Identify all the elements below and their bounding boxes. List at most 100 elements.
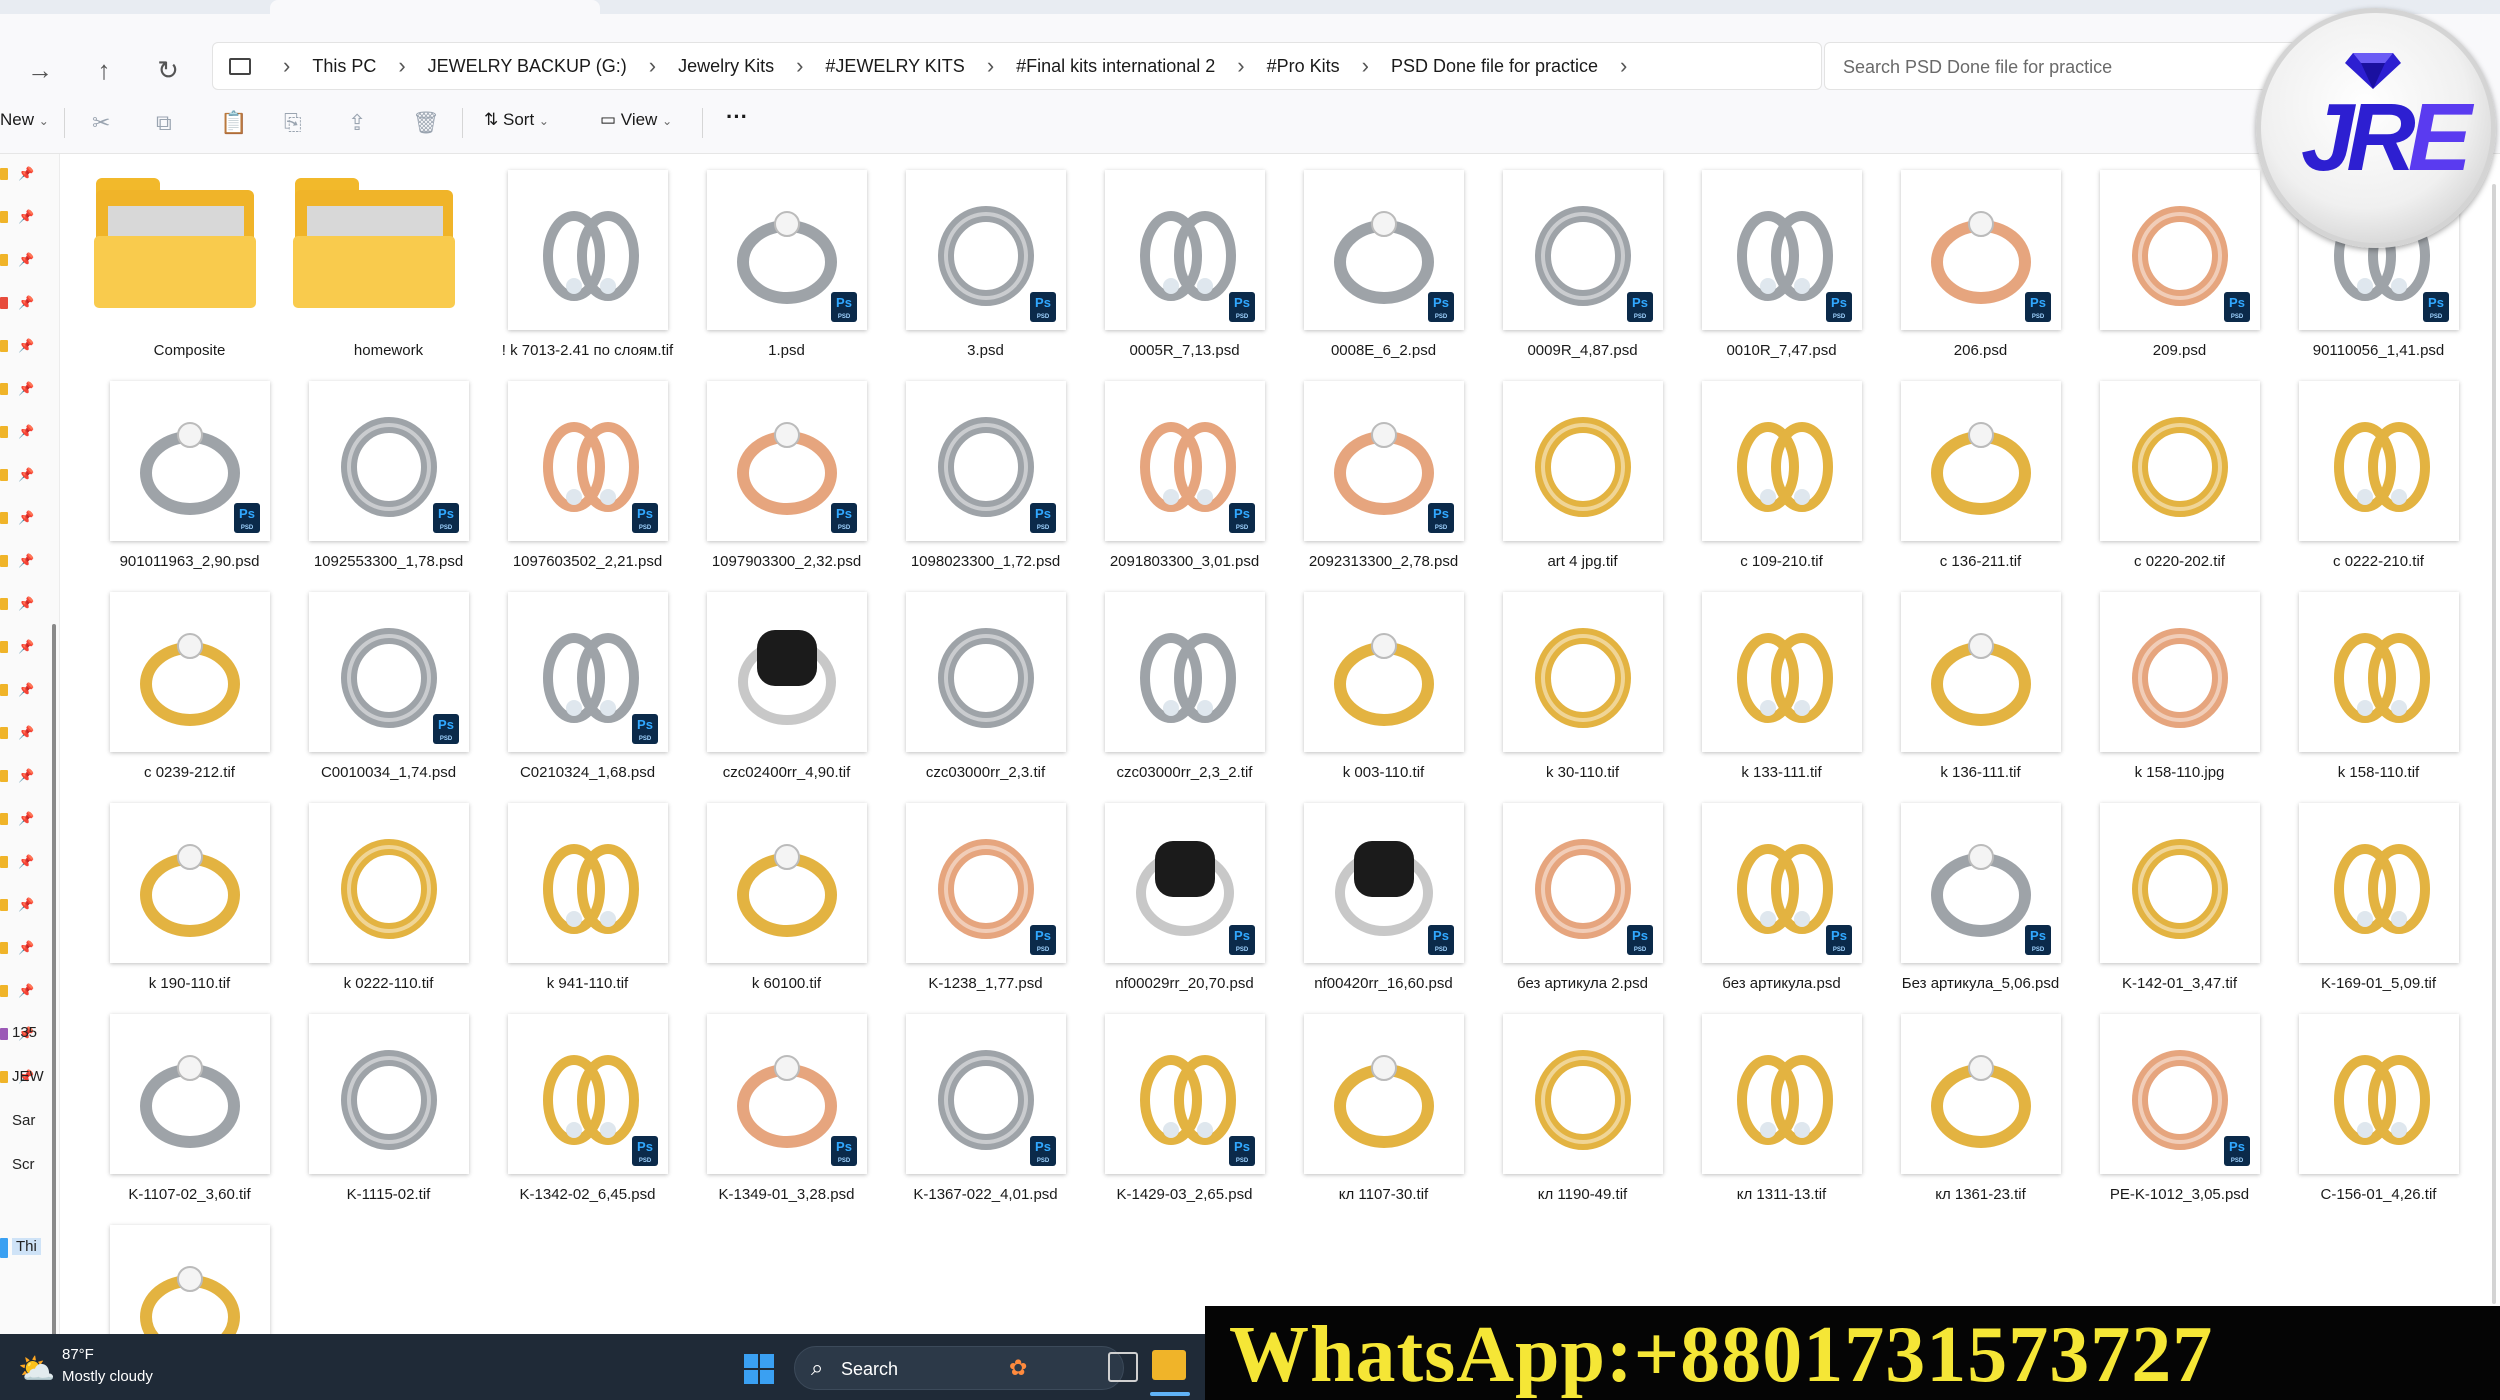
folder-icon[interactable] (0, 211, 8, 223)
breadcrumb[interactable]: › This PC › JEWELRY BACKUP (G:) › Jewelr… (212, 42, 1822, 90)
file-item[interactable]: k 941-110.tif (488, 797, 687, 1008)
nav-item-label[interactable]: 135 (12, 1024, 37, 1041)
file-item[interactable]: Ps Без артикула_5,06.psd (1881, 797, 2080, 1008)
folder-icon[interactable] (0, 770, 8, 782)
folder-icon[interactable] (0, 168, 8, 180)
file-item[interactable]: c 136-211.tif (1881, 375, 2080, 586)
file-item[interactable]: k 30-110.tif (1483, 586, 1682, 797)
file-item[interactable]: Ps 901011963_2,90.psd (90, 375, 289, 586)
folder-icon[interactable] (0, 684, 8, 696)
file-item[interactable]: ! k 7013-2.41 по слоям.tif (488, 164, 687, 375)
file-item[interactable]: кл 1107-30.tif (1284, 1008, 1483, 1219)
folder-icon[interactable] (0, 1071, 8, 1083)
task-view-icon[interactable] (1108, 1352, 1138, 1382)
file-item[interactable]: c 109-210.tif (1682, 375, 1881, 586)
nav-item-label[interactable]: Scr (12, 1156, 35, 1173)
file-item[interactable]: art 4 jpg.tif (1483, 375, 1682, 586)
file-item[interactable]: Ps K-1238_1,77.psd (886, 797, 1085, 1008)
folder-item[interactable]: Composite (90, 164, 289, 375)
file-item[interactable]: czc03000rr_2,3.tif (886, 586, 1085, 797)
file-item[interactable]: Ps K-1429-03_2,65.psd (1085, 1008, 1284, 1219)
file-item[interactable]: K-1115-02.tif (289, 1008, 488, 1219)
folder-icon[interactable] (0, 426, 8, 438)
file-item[interactable]: Ps 1097903300_2,32.psd (687, 375, 886, 586)
file-item[interactable]: Ps K-1349-01_3,28.psd (687, 1008, 886, 1219)
breadcrumb-item[interactable]: This PC (312, 56, 376, 77)
delete-icon[interactable]: 🗑 (412, 110, 440, 136)
folder-icon[interactable] (0, 856, 8, 868)
copy-icon[interactable]: ⧉ (156, 110, 172, 136)
file-item[interactable]: czc03000rr_2,3_2.tif (1085, 586, 1284, 797)
folder-icon[interactable] (0, 340, 8, 352)
file-item[interactable]: Ps nf00420rr_16,60.psd (1284, 797, 1483, 1008)
file-item[interactable]: k 190-110.tif (90, 797, 289, 1008)
file-item[interactable]: c 0222-210.tif (2279, 375, 2478, 586)
refresh-button[interactable]: ↻ (150, 52, 186, 88)
file-item[interactable]: Ps 3.psd (886, 164, 1085, 375)
nav-item-label[interactable]: Sar (12, 1112, 35, 1129)
cloud-sun-icon[interactable]: ⛅ (18, 1352, 55, 1387)
chevron-right-icon[interactable]: › (1620, 53, 1627, 79)
file-item[interactable]: Ps C0210324_1,68.psd (488, 586, 687, 797)
file-item[interactable]: c 0239-212.tif (90, 586, 289, 797)
file-item[interactable]: K-169-01_5,09.tif (2279, 797, 2478, 1008)
file-item[interactable]: Ps 1092553300_1,78.psd (289, 375, 488, 586)
paste-icon[interactable]: 📋 (220, 110, 247, 136)
folder-icon[interactable] (0, 555, 8, 567)
up-button[interactable]: ↑ (86, 52, 122, 88)
file-item[interactable]: Ps без артикула.psd (1682, 797, 1881, 1008)
file-item[interactable]: кл 1311-13.tif (1682, 1008, 1881, 1219)
file-item[interactable]: k 133-111.tif (1682, 586, 1881, 797)
folder-icon[interactable] (0, 641, 8, 653)
folder-icon[interactable] (0, 813, 8, 825)
breadcrumb-item[interactable]: #Pro Kits (1267, 56, 1340, 77)
file-item[interactable]: k 60100.tif (687, 797, 886, 1008)
app-icon[interactable] (0, 1028, 8, 1040)
share-icon[interactable]: ⇪ (348, 110, 366, 136)
folder-icon[interactable] (0, 985, 8, 997)
file-item[interactable]: Ps 0009R_4,87.psd (1483, 164, 1682, 375)
file-item[interactable]: K-1107-02_3,60.tif (90, 1008, 289, 1219)
folder-icon[interactable] (0, 469, 8, 481)
taskbar-search[interactable]: ⌕ Search ✿ (794, 1346, 1124, 1390)
app-icon[interactable] (0, 297, 8, 309)
folder-icon[interactable] (0, 598, 8, 610)
file-explorer-icon[interactable] (1152, 1350, 1186, 1380)
sort-button[interactable]: ⇅ Sort ⌄ (484, 110, 549, 130)
file-item[interactable]: czc02400rr_4,90.tif (687, 586, 886, 797)
file-item[interactable]: Ps 0010R_7,47.psd (1682, 164, 1881, 375)
nav-scrollbar[interactable] (52, 624, 56, 1400)
file-item[interactable]: Ps 1097603502_2,21.psd (488, 375, 687, 586)
content-scrollbar[interactable] (2492, 184, 2496, 1304)
file-item[interactable]: k 003-110.tif (1284, 586, 1483, 797)
file-item[interactable]: K-142-01_3,47.tif (2080, 797, 2279, 1008)
folder-icon[interactable] (0, 512, 8, 524)
file-item[interactable]: Ps 0008E_6_2.psd (1284, 164, 1483, 375)
file-item[interactable]: k 158-110.tif (2279, 586, 2478, 797)
folder-item[interactable]: homework (289, 164, 488, 375)
new-button[interactable]: New ⌄ (0, 110, 49, 130)
cut-icon[interactable]: ✂ (92, 110, 110, 136)
weather-temperature[interactable]: 87°F (62, 1346, 94, 1363)
file-item[interactable]: k 0222-110.tif (289, 797, 488, 1008)
folder-icon[interactable] (0, 254, 8, 266)
file-item[interactable]: кл 1361-23.tif (1881, 1008, 2080, 1219)
file-item[interactable]: k 158-110.jpg (2080, 586, 2279, 797)
file-item[interactable]: Ps 1098023300_1,72.psd (886, 375, 1085, 586)
windows-start-icon[interactable] (744, 1354, 774, 1384)
file-item[interactable]: Ps K-1342-02_6,45.psd (488, 1008, 687, 1219)
file-item[interactable]: Ps 1.psd (687, 164, 886, 375)
folder-icon[interactable] (0, 727, 8, 739)
file-item[interactable]: Ps без артикула 2.psd (1483, 797, 1682, 1008)
file-item[interactable]: Ps 2092313300_2,78.psd (1284, 375, 1483, 586)
file-item[interactable]: Ps nf00029rr_20,70.psd (1085, 797, 1284, 1008)
file-item[interactable]: Ps 2091803300_3,01.psd (1085, 375, 1284, 586)
file-item[interactable]: Ps 209.psd (2080, 164, 2279, 375)
file-item[interactable]: Ps PE-K-1012_3,05.psd (2080, 1008, 2279, 1219)
rename-icon[interactable]: ⎘ (284, 110, 302, 136)
weather-description[interactable]: Mostly cloudy (62, 1368, 153, 1385)
file-item[interactable]: Ps 206.psd (1881, 164, 2080, 375)
file-item[interactable]: C-156-01_4,26.tif (2279, 1008, 2478, 1219)
file-item[interactable]: кл 1190-49.tif (1483, 1008, 1682, 1219)
search-input[interactable]: Search PSD Done file for practice (1824, 42, 2334, 90)
